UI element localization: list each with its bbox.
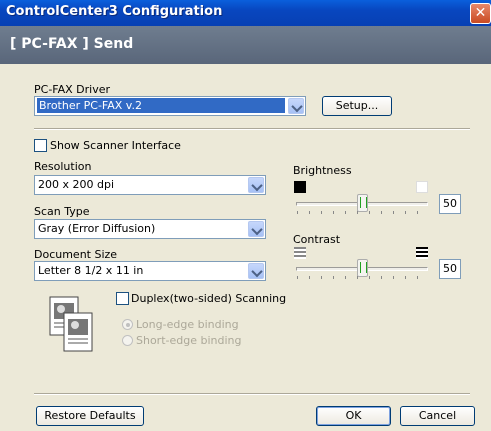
dark-square-icon [294,181,306,193]
driver-select[interactable]: Brother PC-FAX v.2 [34,96,306,116]
contrast-label: Contrast [293,233,341,246]
chevron-down-icon[interactable] [288,98,304,114]
divider-bottom [34,393,470,395]
brightness-slider-thumb[interactable] [357,194,368,212]
high-contrast-icon [416,247,428,259]
duplex-pages-icon [49,296,93,352]
divider-top [34,128,470,130]
light-square-icon [416,181,428,193]
long-edge-label: Long-edge binding [136,318,239,331]
contrast-ticks [297,276,429,279]
chevron-down-icon[interactable] [248,263,264,279]
show-scanner-checkbox[interactable] [34,139,47,152]
contrast-slider-thumb[interactable] [357,259,368,277]
config-window: ControlCenter3 Configuration ✕ [ PC-FAX … [0,0,491,431]
close-icon: ✕ [474,5,487,21]
document-size-value: Letter 8 1/2 x 11 in [38,264,144,277]
title-bar[interactable]: ControlCenter3 Configuration ✕ [0,0,491,26]
window-title: ControlCenter3 Configuration [6,4,223,19]
chevron-down-icon[interactable] [248,221,264,237]
driver-label: PC-FAX Driver [34,83,111,96]
close-button[interactable]: ✕ [470,3,491,24]
resolution-value: 200 x 200 dpi [38,178,115,191]
brightness-value-field[interactable]: 50 [439,194,461,214]
setup-button[interactable]: Setup... [322,96,392,116]
header-banner: [ PC-FAX ] Send [0,26,491,64]
document-size-select[interactable]: Letter 8 1/2 x 11 in [34,261,266,281]
brightness-ticks [297,211,429,214]
long-edge-radio[interactable] [122,319,133,330]
ok-button[interactable]: OK [316,406,391,426]
short-edge-radio[interactable] [122,335,133,346]
scan-type-label: Scan Type [34,205,90,218]
resolution-label: Resolution [34,160,92,173]
banner-title: [ PC-FAX ] Send [10,36,134,52]
restore-defaults-button[interactable]: Restore Defaults [36,406,144,426]
show-scanner-label: Show Scanner Interface [50,139,181,152]
document-size-label: Document Size [34,248,118,261]
chevron-down-icon[interactable] [248,177,264,193]
duplex-label: Duplex(two-sided) Scanning [131,292,287,305]
scan-type-select[interactable]: Gray (Error Diffusion) [34,219,266,239]
resolution-select[interactable]: 200 x 200 dpi [34,175,266,195]
low-contrast-icon [294,247,306,259]
duplex-checkbox[interactable] [116,292,129,305]
cancel-button[interactable]: Cancel [400,406,475,426]
brightness-label: Brightness [293,164,352,177]
contrast-value-field[interactable]: 50 [439,259,461,279]
short-edge-label: Short-edge binding [136,334,242,347]
scan-type-value: Gray (Error Diffusion) [38,222,156,235]
driver-value: Brother PC-FAX v.2 [37,98,285,113]
